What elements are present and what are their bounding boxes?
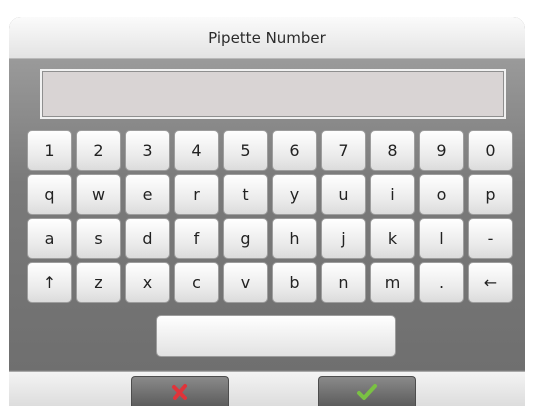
title-bar: Pipette Number xyxy=(9,17,525,59)
keyboard-dialog: Pipette Number 1 2 3 4 5 6 7 8 9 0 q w e… xyxy=(9,17,525,406)
key-e[interactable]: e xyxy=(125,174,170,215)
checkmark-icon xyxy=(356,383,378,401)
cancel-button[interactable] xyxy=(131,376,229,406)
key-2[interactable]: 2 xyxy=(76,130,121,171)
key-g[interactable]: g xyxy=(223,218,268,259)
key-0[interactable]: 0 xyxy=(468,130,513,171)
key-p[interactable]: p xyxy=(468,174,513,215)
dialog-title: Pipette Number xyxy=(208,28,326,47)
key-6[interactable]: 6 xyxy=(272,130,317,171)
key-z[interactable]: z xyxy=(76,262,121,303)
key-v[interactable]: v xyxy=(223,262,268,303)
key-row-qwerty: q w e r t y u i o p xyxy=(27,174,513,215)
key-n[interactable]: n xyxy=(321,262,366,303)
backspace-key[interactable]: ← xyxy=(468,262,513,303)
key-w[interactable]: w xyxy=(76,174,121,215)
key-dash[interactable]: - xyxy=(468,218,513,259)
action-bar xyxy=(9,371,525,406)
key-b[interactable]: b xyxy=(272,262,317,303)
key-period[interactable]: . xyxy=(419,262,464,303)
key-r[interactable]: r xyxy=(174,174,219,215)
key-u[interactable]: u xyxy=(321,174,366,215)
key-c[interactable]: c xyxy=(174,262,219,303)
key-m[interactable]: m xyxy=(370,262,415,303)
key-5[interactable]: 5 xyxy=(223,130,268,171)
key-4[interactable]: 4 xyxy=(174,130,219,171)
key-9[interactable]: 9 xyxy=(419,130,464,171)
key-i[interactable]: i xyxy=(370,174,415,215)
key-s[interactable]: s xyxy=(76,218,121,259)
key-8[interactable]: 8 xyxy=(370,130,415,171)
pipette-number-input[interactable] xyxy=(40,69,506,119)
key-a[interactable]: a xyxy=(27,218,72,259)
key-row-numbers: 1 2 3 4 5 6 7 8 9 0 xyxy=(27,130,513,171)
keyboard-area: 1 2 3 4 5 6 7 8 9 0 q w e r t y u i o p … xyxy=(9,59,525,370)
key-row-zxcv: ↑ z x c v b n m . ← xyxy=(27,262,513,303)
key-3[interactable]: 3 xyxy=(125,130,170,171)
key-y[interactable]: y xyxy=(272,174,317,215)
shift-key[interactable]: ↑ xyxy=(27,262,72,303)
key-7[interactable]: 7 xyxy=(321,130,366,171)
key-j[interactable]: j xyxy=(321,218,366,259)
key-row-asdf: a s d f g h j k l - xyxy=(27,218,513,259)
key-rows: 1 2 3 4 5 6 7 8 9 0 q w e r t y u i o p … xyxy=(27,130,513,306)
key-k[interactable]: k xyxy=(370,218,415,259)
space-bar[interactable] xyxy=(156,315,396,357)
key-1[interactable]: 1 xyxy=(27,130,72,171)
key-l[interactable]: l xyxy=(419,218,464,259)
key-x[interactable]: x xyxy=(125,262,170,303)
x-icon xyxy=(171,383,189,401)
key-o[interactable]: o xyxy=(419,174,464,215)
confirm-button[interactable] xyxy=(318,376,416,406)
key-q[interactable]: q xyxy=(27,174,72,215)
key-t[interactable]: t xyxy=(223,174,268,215)
key-d[interactable]: d xyxy=(125,218,170,259)
key-h[interactable]: h xyxy=(272,218,317,259)
key-f[interactable]: f xyxy=(174,218,219,259)
